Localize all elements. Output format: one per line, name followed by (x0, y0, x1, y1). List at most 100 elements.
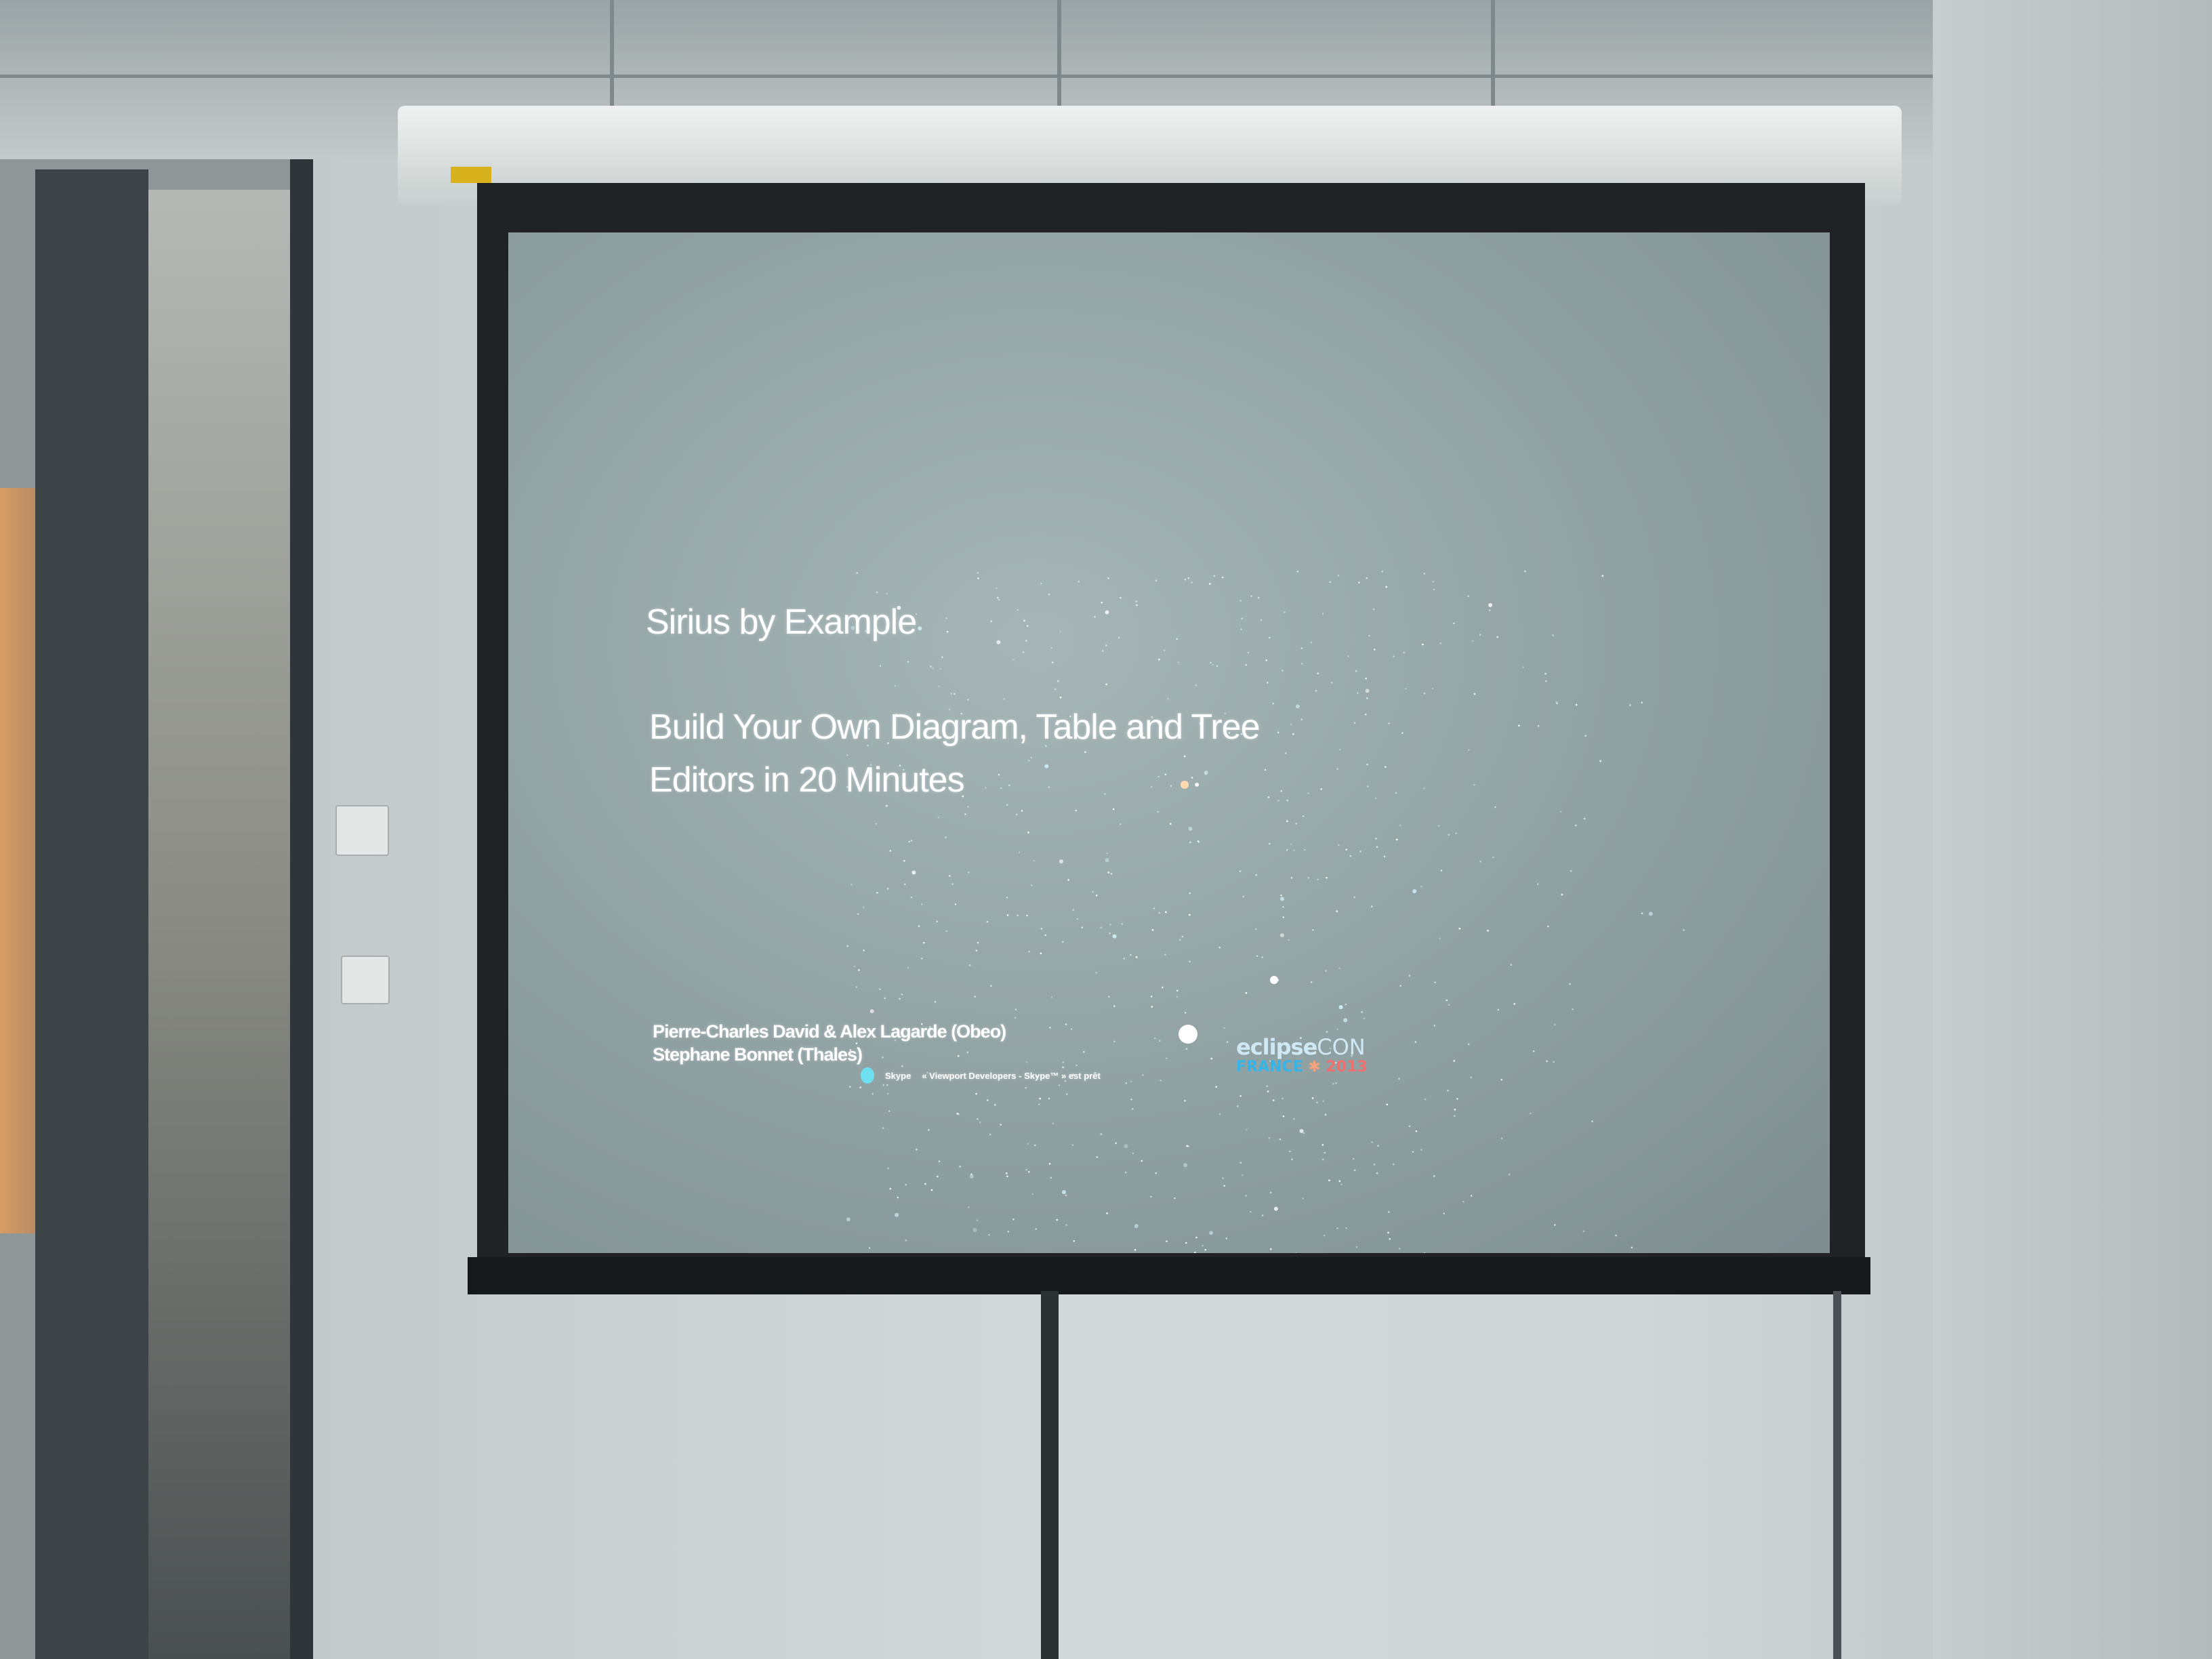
star (1044, 764, 1049, 769)
star (937, 816, 940, 819)
star (928, 1128, 930, 1131)
star (1434, 981, 1436, 983)
star (1247, 651, 1250, 654)
thermostat-control[interactable] (335, 805, 389, 856)
star (912, 870, 916, 875)
star (1399, 985, 1401, 987)
star (1544, 672, 1547, 675)
star (1453, 1060, 1456, 1062)
star (1017, 609, 1019, 611)
star (1458, 927, 1461, 930)
star (1121, 923, 1123, 925)
star (1034, 1144, 1036, 1147)
star (938, 685, 940, 687)
star (1040, 582, 1042, 585)
star (1524, 570, 1526, 573)
star (1164, 954, 1166, 956)
star (889, 850, 892, 852)
star (1210, 661, 1212, 664)
star (1433, 1175, 1435, 1177)
star (848, 1086, 851, 1088)
star (1386, 1103, 1389, 1106)
star (1092, 890, 1094, 893)
star (1160, 1080, 1162, 1082)
star (1268, 636, 1271, 639)
star (1210, 1057, 1213, 1060)
star (1267, 796, 1270, 798)
star (1204, 1248, 1207, 1251)
star (886, 888, 889, 890)
slide-title: Sirius by Example (646, 602, 917, 642)
star (1062, 1190, 1067, 1195)
star (1629, 704, 1631, 706)
star (1277, 731, 1279, 734)
star (1150, 996, 1153, 998)
star (1575, 824, 1577, 827)
star (967, 806, 969, 808)
star (1293, 849, 1295, 851)
star (954, 903, 957, 905)
star (1269, 1248, 1272, 1250)
star (1532, 1050, 1535, 1052)
star (1118, 636, 1120, 639)
star (1195, 684, 1197, 687)
star (1059, 630, 1061, 633)
star (1050, 1176, 1052, 1179)
star (1336, 910, 1338, 912)
star (1189, 841, 1191, 844)
star (1153, 1037, 1156, 1040)
star (901, 994, 903, 996)
star (1112, 934, 1117, 939)
star (1289, 1150, 1291, 1153)
star (1048, 1162, 1051, 1165)
star (1187, 577, 1190, 579)
star (997, 596, 999, 599)
star (1366, 577, 1368, 579)
star (1059, 859, 1063, 864)
star (1246, 1128, 1248, 1131)
star (1329, 581, 1332, 583)
star (1177, 661, 1180, 663)
star (1300, 718, 1303, 720)
star (1061, 941, 1064, 943)
star (1324, 1113, 1327, 1116)
star (994, 1104, 996, 1106)
star (1176, 996, 1179, 998)
star (1272, 702, 1274, 705)
star (882, 1056, 884, 1059)
star (977, 941, 979, 944)
star (1335, 1082, 1337, 1084)
star (1366, 697, 1368, 699)
star (1317, 672, 1319, 674)
star (1279, 1138, 1282, 1141)
star (1336, 1028, 1338, 1030)
projected-slide: Sirius by Example Build Your Own Diagram… (508, 232, 1830, 1253)
skype-notification[interactable]: Skype « Viewport Developers - Skype™ » e… (861, 1067, 1101, 1084)
star (1184, 1099, 1186, 1102)
star (1437, 825, 1440, 827)
star (1284, 611, 1286, 613)
star (1123, 957, 1126, 960)
star (1473, 693, 1476, 695)
star (1326, 1031, 1328, 1033)
star (1164, 773, 1167, 776)
star (985, 787, 987, 789)
star (1012, 1218, 1015, 1221)
star (1467, 1043, 1470, 1046)
light-switch[interactable] (341, 956, 390, 1004)
star (1440, 869, 1443, 872)
star (1500, 1137, 1503, 1140)
star (1158, 912, 1161, 914)
star (1536, 883, 1539, 885)
star (1136, 604, 1138, 607)
star (1184, 578, 1187, 581)
star (1345, 1003, 1347, 1006)
star (1058, 1084, 1061, 1086)
star (1025, 640, 1027, 642)
star (1337, 575, 1340, 577)
star (1295, 823, 1298, 825)
star (1277, 800, 1279, 802)
star (1290, 723, 1292, 726)
star (977, 1118, 979, 1120)
slide-subtitle-line1: Build Your Own Diagram, Table and Tree (649, 708, 1260, 747)
